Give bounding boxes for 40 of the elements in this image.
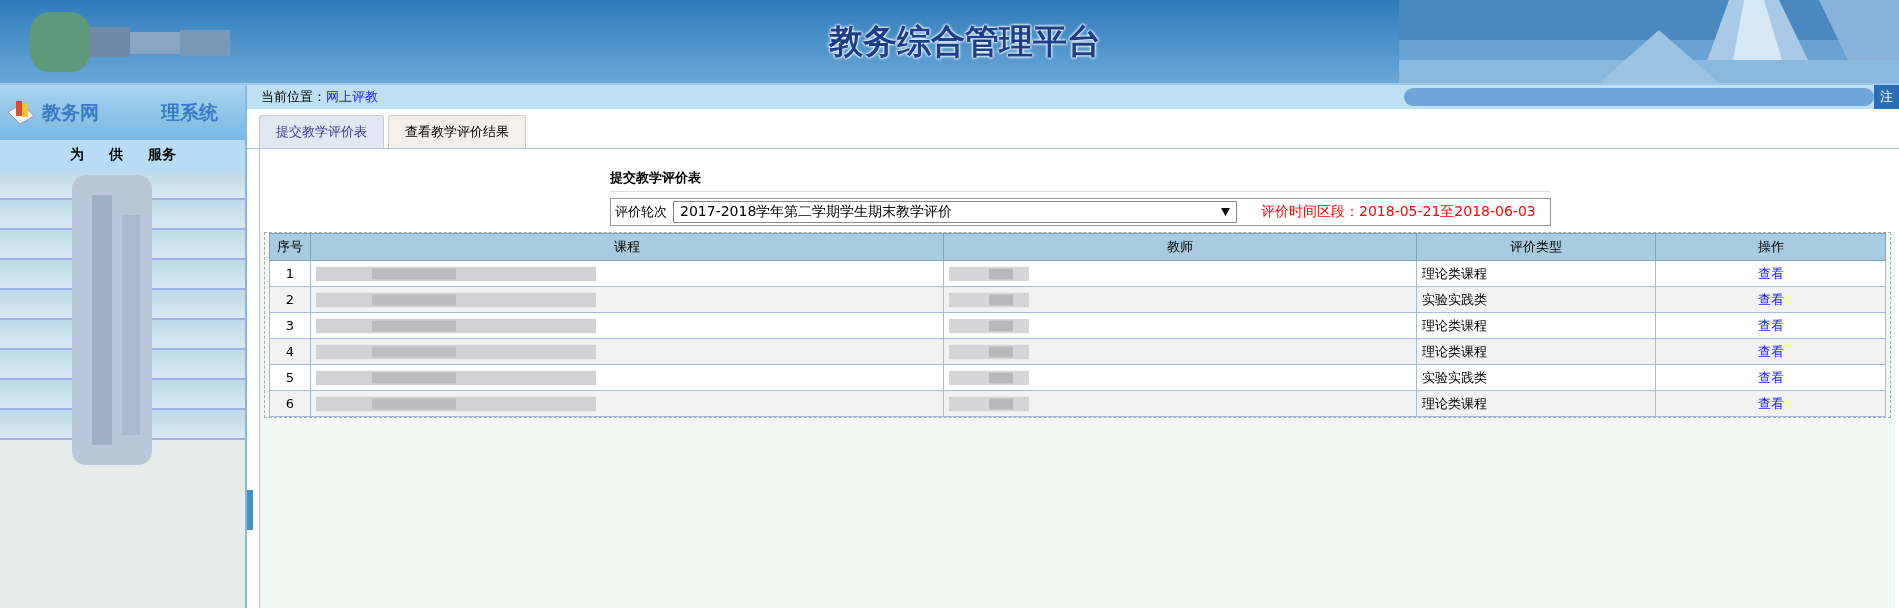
round-dropdown[interactable]: 2017-2018学年第二学期学生期末教学评价: [673, 201, 1237, 223]
table-cell: 理论类课程: [1416, 312, 1656, 339]
table-cell: 理论类课程: [1416, 390, 1656, 417]
platform-title: 教务综合管理平台: [827, 19, 1102, 63]
table-cell: 4: [269, 338, 311, 365]
caret-icon: [1221, 208, 1230, 216]
logout-link[interactable]: 注: [1874, 85, 1899, 109]
table-cell: 实验实践类: [1416, 286, 1656, 313]
table-cell: 3: [269, 312, 311, 339]
system-title: 教务网: [42, 99, 99, 125]
view-link[interactable]: 查看: [1757, 291, 1784, 307]
round-label: 评价轮次: [615, 203, 667, 221]
view-link[interactable]: 查看: [1757, 395, 1784, 411]
tab[interactable]: 查看教学评价结果: [388, 115, 526, 148]
menu-heading: 供: [108, 146, 123, 164]
form-title: 提交教学评价表: [610, 169, 1550, 192]
view-link[interactable]: 查看: [1757, 343, 1784, 359]
view-link[interactable]: 查看: [1757, 369, 1784, 385]
breadcrumb-link[interactable]: 网上评教: [326, 88, 378, 106]
menu-heading: 为: [69, 146, 84, 164]
view-link[interactable]: 查看: [1757, 265, 1784, 281]
column-header: 课程: [310, 233, 944, 261]
table-cell: 2: [269, 286, 311, 313]
column-header: 教师: [943, 233, 1417, 261]
table-cell: 5: [269, 364, 311, 391]
table-cell: 1: [269, 260, 311, 287]
column-header: 评价类型: [1416, 233, 1656, 261]
column-header: 序号: [269, 233, 311, 261]
collapse-handle[interactable]: [247, 490, 253, 530]
table-cell: 实验实践类: [1416, 364, 1656, 391]
view-link[interactable]: 查看: [1757, 317, 1784, 333]
column-header: 操作: [1655, 233, 1886, 261]
system-title: 理系统: [161, 99, 218, 125]
menu-heading: 服务: [147, 146, 176, 164]
table-cell: 6: [269, 390, 311, 417]
breadcrumb-label: 当前位置：: [261, 88, 326, 106]
table-cell: 理论类课程: [1416, 260, 1656, 287]
tab[interactable]: 提交教学评价表: [259, 115, 384, 148]
table-cell: 理论类课程: [1416, 338, 1656, 365]
evaluation-period: 评价时间区段：2018-05-21至2018-06-03: [1261, 203, 1536, 221]
